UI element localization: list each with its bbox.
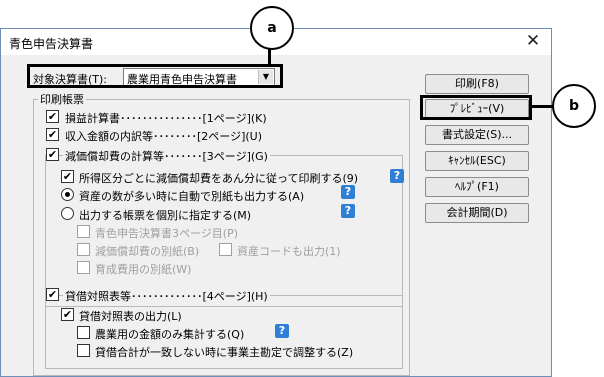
cancel-button[interactable]: ｷｬﾝｾﾙ(ESC) [425,151,529,171]
income-checkbox[interactable]: ✔ [46,128,59,141]
close-icon[interactable]: ✕ [521,31,545,51]
callout-box-a [27,64,283,88]
print-group-title: 印刷帳票 [38,91,86,107]
balance-checkbox[interactable]: ✔ [46,288,59,301]
growing-cost-checkbox[interactable] [77,261,90,274]
callout-circle-b: b [552,84,596,128]
help-button[interactable]: ﾍﾙﾌﾟ(F1) [425,177,529,197]
help-icon[interactable]: ? [275,324,289,338]
p3-label: 青色申告決算書3ページ目(P) [95,227,238,240]
help-icon[interactable]: ? [341,185,355,199]
help-icon[interactable]: ? [390,169,404,183]
print-button[interactable]: 印刷(F8) [425,74,529,94]
individual-label: 出力する帳票を個別に指定する(M) [79,209,252,222]
separate-sheet-checkbox[interactable] [77,243,90,256]
auto-separate-radio[interactable] [61,188,74,201]
help-icon[interactable]: ? [341,204,355,218]
window-title: 青色申告決算書 [9,37,94,51]
depreciation-label: 減価償却費の計算等･･･････[3ページ](G) [63,148,270,164]
per-category-checkbox[interactable]: ✔ [61,170,74,183]
balance-output-label: 貸借対照表の出力(L) [79,310,182,323]
auto-separate-label: 資産の数が多い時に自動で別紙も出力する(A) [79,190,305,203]
depreciation-checkbox[interactable]: ✔ [46,148,59,161]
accounting-period-button[interactable]: 会計期間(D) [425,203,529,223]
mismatch-label: 貸借合計が一致しない時に事業主勘定で調整する(Z) [95,346,354,359]
per-category-label: 所得区分ごとに減価償却費をあん分に従って印刷する(9) [79,172,359,185]
separate-sheet-label: 減価償却費の別紙(B) [95,245,200,258]
agri-only-label: 農業用の金額のみ集計する(Q) [95,328,245,341]
growing-cost-label: 育成費用の別紙(W) [95,263,192,276]
balance-output-checkbox[interactable]: ✔ [61,308,74,321]
format-settings-button[interactable]: 書式設定(S)... [425,125,529,145]
asset-code-label: 資産コードも出力(1) [237,245,341,258]
balance-label: 貸借対照表等･････････････[4ページ](H) [63,288,270,304]
p3-checkbox[interactable] [77,225,90,238]
agri-only-checkbox[interactable] [77,326,90,339]
callout-circle-a: a [250,6,294,50]
asset-code-checkbox[interactable] [219,243,232,256]
income-label: 収入金額の内訳等････････[2ページ](U) [65,130,262,143]
mismatch-checkbox[interactable] [77,344,90,357]
callout-box-b [420,95,532,120]
individual-radio[interactable] [61,207,74,220]
pl-checkbox[interactable]: ✔ [46,110,59,123]
pl-label: 損益計算書･･･････････････[1ページ](K) [65,112,267,125]
